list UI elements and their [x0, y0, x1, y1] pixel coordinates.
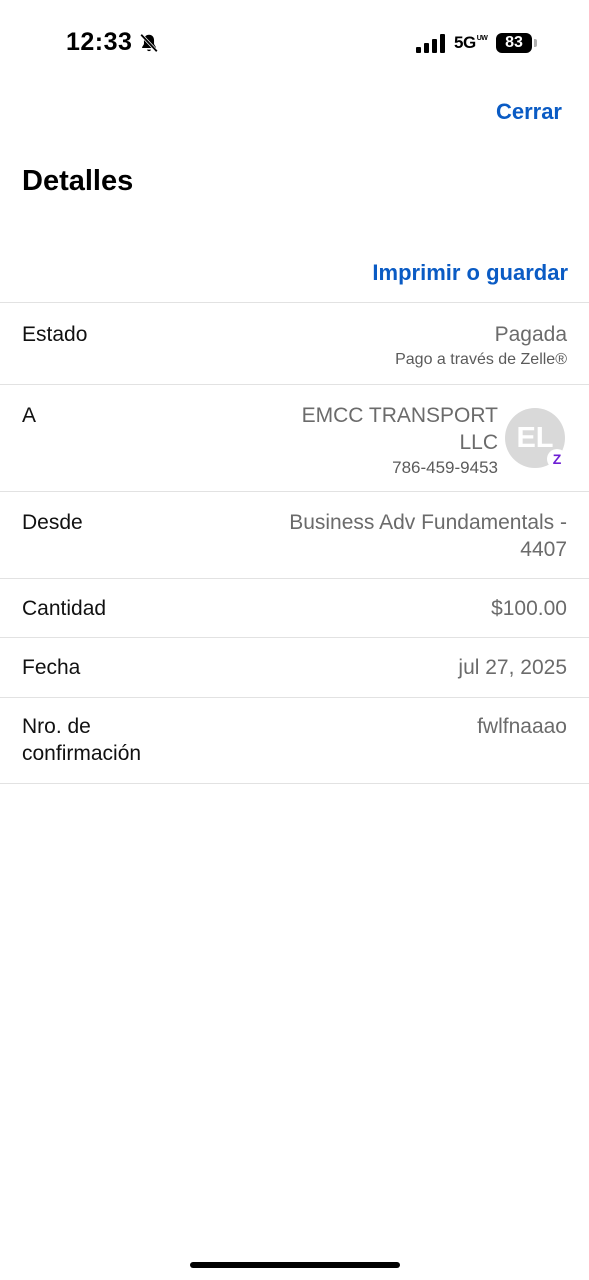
- status-value-group: Pagada Pago a través de Zelle®: [395, 321, 567, 371]
- payment-method: Pago a través de Zelle®: [395, 351, 567, 368]
- status-value: Pagada: [494, 323, 567, 346]
- amount-row: Cantidad $100.00: [0, 578, 589, 637]
- network-label: 5G: [454, 33, 476, 52]
- confirmation-label-line1: Nro. de: [22, 715, 91, 738]
- home-indicator[interactable]: [190, 1262, 400, 1268]
- network-sup: UW: [476, 35, 488, 42]
- recipient-name-line2: LLC: [459, 431, 498, 454]
- cellular-signal-icon: [416, 34, 445, 53]
- recipient-row: A EMCC TRANSPORT LLC 786-459-9453 EL Z: [0, 384, 589, 491]
- battery-nub: [534, 39, 537, 47]
- from-account-line2: 4407: [520, 538, 567, 561]
- recipient-phone: 786-459-9453: [392, 458, 498, 477]
- battery-icon: 83: [496, 33, 532, 53]
- confirmation-label: Nro. de confirmación: [22, 713, 141, 767]
- status-bar: 12:33 5GUW 83: [0, 0, 589, 88]
- status-time: 12:33: [66, 28, 133, 56]
- recipient-label: A: [22, 404, 37, 427]
- recipient-name-line1: EMCC TRANSPORT: [301, 404, 498, 427]
- amount-label: Cantidad: [22, 597, 107, 620]
- from-label: Desde: [22, 511, 83, 534]
- from-account-line1: Business Adv Fundamentals -: [289, 511, 567, 534]
- page-title: Detalles: [22, 165, 134, 197]
- confirmation-label-line2: confirmación: [22, 742, 142, 765]
- details-list: Estado Pagada Pago a través de Zelle® A …: [0, 302, 589, 784]
- confirmation-value: fwlfnaaao: [477, 715, 567, 738]
- from-account: Business Adv Fundamentals - 4407: [289, 509, 567, 563]
- network-type: 5GUW: [454, 33, 488, 53]
- from-row: Desde Business Adv Fundamentals - 4407: [0, 491, 589, 578]
- bell-off-icon: [140, 33, 158, 53]
- zelle-icon: Z: [547, 449, 567, 469]
- date-row: Fecha jul 27, 2025: [0, 637, 589, 697]
- date-label: Fecha: [22, 656, 81, 679]
- print-or-save-button[interactable]: Imprimir o guardar: [372, 260, 568, 286]
- battery-level: 83: [505, 34, 523, 51]
- close-button[interactable]: Cerrar: [496, 99, 562, 125]
- status-row: Estado Pagada Pago a través de Zelle®: [0, 302, 589, 384]
- date-value: jul 27, 2025: [458, 656, 567, 679]
- amount-value: $100.00: [491, 597, 567, 620]
- status-label: Estado: [22, 323, 88, 346]
- recipient-info: EMCC TRANSPORT LLC 786-459-9453: [302, 402, 498, 479]
- confirmation-row: Nro. de confirmación fwlfnaaao: [0, 697, 589, 784]
